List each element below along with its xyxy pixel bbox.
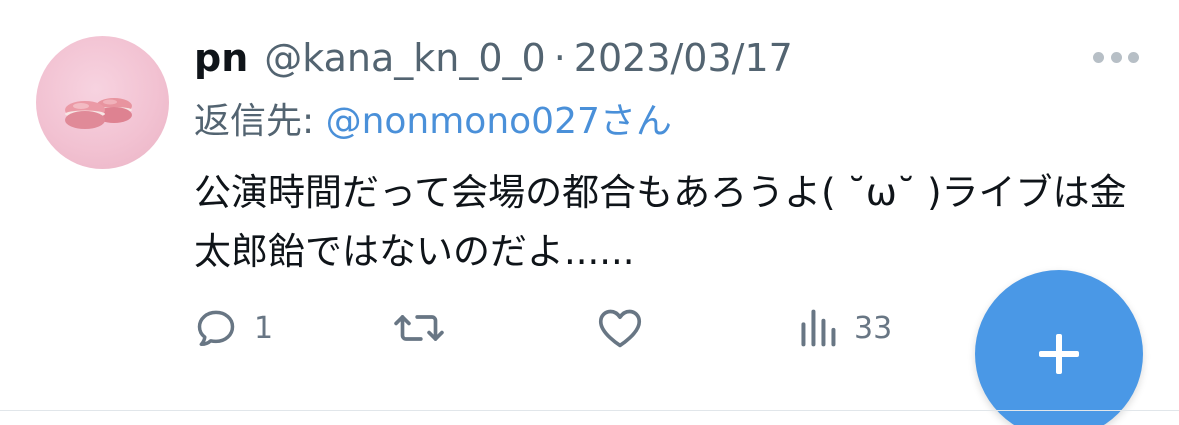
analytics-icon — [801, 309, 836, 347]
author-handle[interactable]: @kana_kn_0_0 — [264, 36, 545, 80]
reply-icon — [197, 310, 235, 347]
more-dot — [1128, 51, 1139, 63]
reply-button[interactable]: 1 — [194, 302, 273, 354]
views-count: 33 — [854, 310, 893, 346]
reply-count: 1 — [254, 310, 274, 346]
retweet-button[interactable] — [392, 302, 462, 354]
compose-fab-button[interactable] — [975, 270, 1143, 425]
reply-prefix: 返信先: — [194, 101, 326, 142]
tweet[interactable]: pn @kana_kn_0_0 · 2023/03/17 返信先: @nonmo… — [0, 0, 1179, 425]
tweet-actions: 1 33 — [194, 302, 934, 354]
reply-mention-link[interactable]: @nonmono027 — [326, 101, 600, 142]
reply-to-line: 返信先: @nonmono027さん — [194, 92, 672, 144]
like-button[interactable] — [596, 302, 660, 354]
author-name[interactable]: pn — [194, 36, 248, 80]
reply-suffix: さん — [599, 101, 672, 142]
tweet-date[interactable]: 2023/03/17 — [574, 36, 793, 80]
tweet-divider — [0, 410, 1179, 411]
header-separator: · — [553, 36, 566, 80]
macaron-icon — [65, 98, 132, 129]
tweet-text: 公演時間だって会場の都合もあろうよ( ˘ω˘ )ライブは金太郎飴ではないのだよ.… — [194, 171, 1127, 273]
retweet-icon — [394, 315, 444, 341]
heart-icon — [598, 309, 642, 348]
more-options-icon[interactable] — [1093, 50, 1139, 64]
more-dot — [1110, 51, 1122, 63]
more-dot — [1093, 51, 1104, 63]
avatar[interactable] — [36, 36, 169, 169]
tweet-header: pn @kana_kn_0_0 · 2023/03/17 — [194, 32, 793, 84]
views-button[interactable]: 33 — [798, 302, 892, 354]
plus-icon — [1039, 334, 1079, 374]
